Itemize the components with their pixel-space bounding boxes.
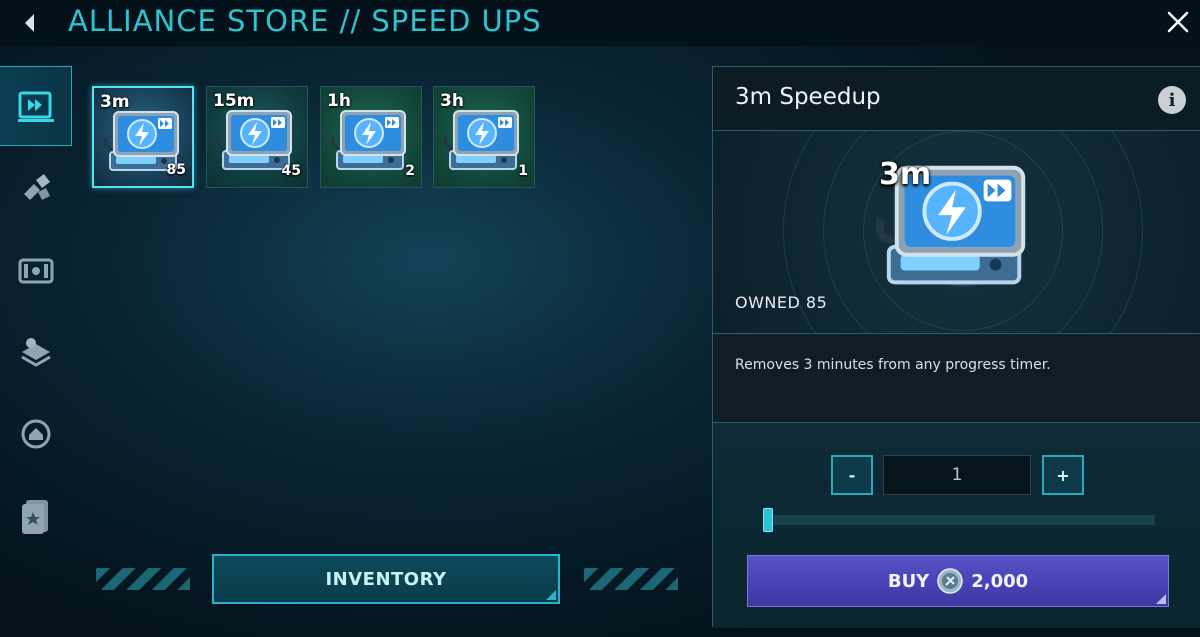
close-icon: [1167, 11, 1189, 33]
detail-title: 3m Speedup: [735, 84, 881, 110]
layers-icon: [21, 338, 51, 367]
sidebar-item-resources[interactable]: [0, 148, 72, 228]
quantity-slider[interactable]: [763, 508, 1155, 532]
back-button[interactable]: [14, 8, 44, 38]
decrease-quantity-button[interactable]: -: [831, 455, 873, 495]
purchase-area: - + BUY 2,000: [713, 423, 1200, 628]
button-corner-decor: [1156, 594, 1166, 604]
tile-duration-label: 15m: [213, 91, 255, 111]
slider-handle[interactable]: [763, 508, 773, 532]
speedup-icon: [17, 91, 54, 122]
shield-home-icon: [21, 419, 51, 449]
sidebar-item-buildings[interactable]: [0, 312, 72, 392]
item-preview: 3m OWNED 85: [713, 131, 1200, 334]
tile-count: 45: [281, 163, 301, 179]
sidebar-item-chests[interactable]: [0, 230, 72, 310]
owned-count: OWNED 85: [735, 293, 828, 312]
sidebar-item-speedups[interactable]: [0, 66, 72, 146]
speedup-item-tile[interactable]: 15m 45: [206, 86, 308, 188]
decor-stripes-left: [96, 568, 190, 590]
category-sidebar: [0, 66, 72, 566]
tile-count: 1: [518, 163, 528, 179]
inventory-button[interactable]: INVENTORY: [212, 554, 560, 604]
tile-count: 2: [405, 163, 415, 179]
speedup-item-tile[interactable]: 3m 85: [92, 86, 194, 188]
speedup-item-tile[interactable]: 3h 1: [433, 86, 535, 188]
header-bar: ALLIANCE STORE // SPEED UPS: [0, 0, 1200, 46]
buy-button[interactable]: BUY 2,000: [747, 555, 1169, 607]
alliance-coin-icon: [937, 568, 963, 594]
speedup-icon: [442, 103, 528, 183]
detail-header: 3m Speedup i: [713, 67, 1200, 131]
speedup-icon: [329, 103, 415, 183]
tile-duration-label: 1h: [327, 91, 351, 111]
preview-duration-label: 3m: [879, 157, 932, 192]
decor-stripes-right: [584, 568, 678, 590]
tile-duration-label: 3h: [440, 91, 464, 111]
increase-quantity-button[interactable]: +: [1042, 455, 1084, 495]
tile-count: 85: [166, 162, 186, 178]
price-value: 2,000: [971, 570, 1029, 592]
card-star-icon: [22, 500, 48, 534]
tile-duration-label: 3m: [100, 92, 130, 112]
button-corner-decor: [546, 590, 556, 600]
item-description: Removes 3 minutes from any progress time…: [735, 357, 1051, 373]
sidebar-item-shield[interactable]: [0, 394, 72, 474]
inventory-label: INVENTORY: [325, 568, 447, 590]
chest-icon: [18, 258, 54, 284]
detail-panel: 3m Speedup i 3m OWNED 85 Removes 3 minut…: [712, 66, 1200, 628]
sidebar-item-cards[interactable]: [0, 476, 72, 556]
speedup-item-tile[interactable]: 1h 2: [320, 86, 422, 188]
quantity-input[interactable]: [883, 455, 1031, 495]
info-icon[interactable]: i: [1158, 86, 1186, 114]
description-area: Removes 3 minutes from any progress time…: [713, 335, 1200, 423]
buy-label: BUY: [887, 570, 930, 592]
page-title: ALLIANCE STORE // SPEED UPS: [68, 4, 542, 38]
resources-icon: [24, 174, 50, 200]
close-button[interactable]: [1162, 6, 1194, 38]
chevron-left-icon: [25, 14, 34, 32]
